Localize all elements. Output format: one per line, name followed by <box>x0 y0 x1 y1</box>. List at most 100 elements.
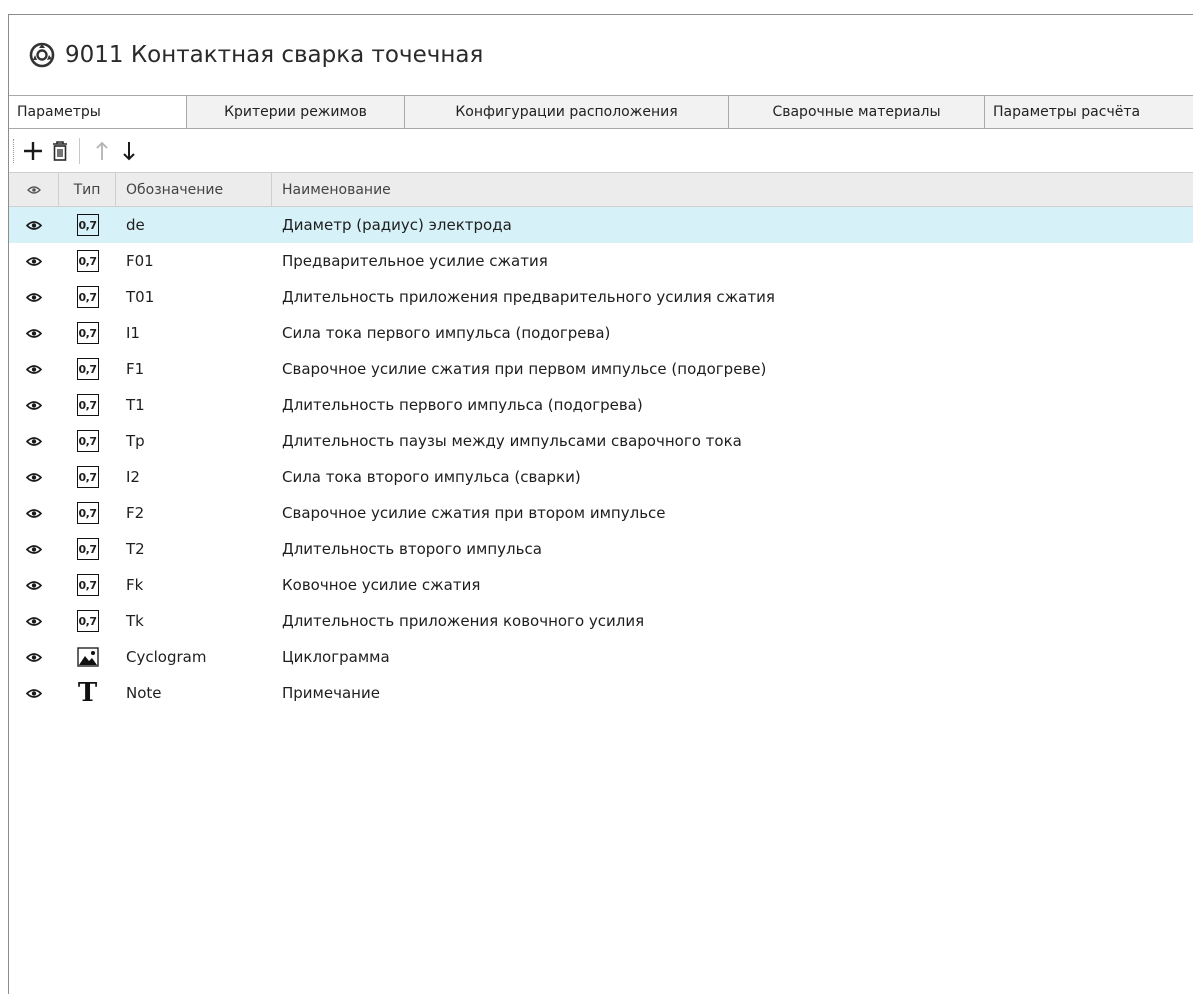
visibility-toggle[interactable] <box>9 603 59 639</box>
numeric-type-icon: 0,7 <box>76 358 99 380</box>
code-cell: T2 <box>126 540 145 558</box>
image-type-icon <box>76 647 99 667</box>
visibility-toggle[interactable] <box>9 207 59 243</box>
toolbar-separator <box>79 137 80 164</box>
numeric-type-icon: 0,7 <box>76 430 99 452</box>
name-cell: Сила тока второго импульса (сварки) <box>282 468 581 486</box>
type-cell: 0,7 <box>59 279 116 315</box>
visibility-toggle[interactable] <box>9 531 59 567</box>
code-cell: I1 <box>126 324 140 342</box>
name-cell: Длительность первого импульса (подогрева… <box>282 396 643 414</box>
eye-icon <box>26 364 42 375</box>
type-cell: 0,7 <box>59 567 116 603</box>
name-cell: Ковочное усилие сжатия <box>282 576 481 594</box>
eye-icon <box>26 400 42 411</box>
move-up-button[interactable] <box>88 135 115 167</box>
eye-icon <box>26 688 42 699</box>
eye-icon <box>26 185 41 194</box>
tab-calculation-parameters[interactable]: Параметры расчёта <box>985 96 1193 128</box>
type-cell: 0,7 <box>59 351 116 387</box>
tab-layout-configurations[interactable]: Конфигурации расположения <box>405 96 729 128</box>
visibility-toggle[interactable] <box>9 423 59 459</box>
eye-icon <box>26 256 42 267</box>
table-row[interactable]: Cyclogram Циклограмма <box>9 639 1193 675</box>
name-cell: Сварочное усилие сжатия при первом импул… <box>282 360 767 378</box>
grid-header: Тип Обозначение Наименование <box>9 173 1193 207</box>
type-cell: 0,7 <box>59 531 116 567</box>
code-cell: Tp <box>126 432 145 450</box>
table-row[interactable]: 0,7 I1 Сила тока первого импульса (подогре… <box>9 315 1193 351</box>
visibility-toggle[interactable] <box>9 351 59 387</box>
visibility-toggle[interactable] <box>9 459 59 495</box>
type-cell: 0,7 <box>59 423 116 459</box>
eye-icon <box>26 436 42 447</box>
code-cell: F1 <box>126 360 145 378</box>
eye-icon <box>26 652 42 663</box>
tab-parameters[interactable]: Параметры <box>9 96 187 128</box>
name-cell: Длительность паузы между импульсами свар… <box>282 432 742 450</box>
eye-icon <box>26 328 42 339</box>
name-cell: Сварочное усилие сжатия при втором импул… <box>282 504 666 522</box>
delete-button[interactable] <box>46 135 73 167</box>
visibility-column-header[interactable] <box>9 173 59 206</box>
name-cell: Сила тока первого импульса (подогрева) <box>282 324 611 342</box>
text-type-icon: T <box>77 678 98 708</box>
numeric-type-icon: 0,7 <box>76 502 99 524</box>
table-row[interactable]: 0,7 F01 Предварительное усилие сжатия <box>9 243 1193 279</box>
name-cell: Диаметр (радиус) электрода <box>282 216 512 234</box>
title-bar: 9011 Контактная сварка точечная <box>9 15 1193 95</box>
tab-mode-criteria[interactable]: Критерии режимов <box>187 96 405 128</box>
eye-icon <box>26 472 42 483</box>
table-row[interactable]: 0,7 Fk Ковочное усилие сжатия <box>9 567 1193 603</box>
eye-icon <box>26 508 42 519</box>
code-cell: F01 <box>126 252 154 270</box>
type-cell: 0,7 <box>59 243 116 279</box>
plus-icon <box>23 141 42 160</box>
eye-icon <box>26 580 42 591</box>
table-row[interactable]: 0,7 de Диаметр (радиус) электрода <box>9 207 1193 243</box>
code-column-header[interactable]: Обозначение <box>116 173 272 206</box>
table-row[interactable]: 0,7 T1 Длительность первого импульса (подо… <box>9 387 1193 423</box>
table-row[interactable]: 0,7 F1 Сварочное усилие сжатия при первом … <box>9 351 1193 387</box>
table-row[interactable]: 0,7 T2 Длительность второго импульса <box>9 531 1193 567</box>
table-row[interactable]: 0,7 Tp Длительность паузы между импульсами… <box>9 423 1193 459</box>
type-cell <box>59 639 116 675</box>
numeric-type-icon: 0,7 <box>76 214 99 236</box>
visibility-toggle[interactable] <box>9 279 59 315</box>
move-down-button[interactable] <box>115 135 142 167</box>
tab-welding-materials[interactable]: Сварочные материалы <box>729 96 985 128</box>
code-cell: I2 <box>126 468 140 486</box>
visibility-toggle[interactable] <box>9 387 59 423</box>
eye-icon <box>26 220 42 231</box>
page-title: 9011 Контактная сварка точечная <box>65 42 484 68</box>
visibility-toggle[interactable] <box>9 639 59 675</box>
parameter-list: 0,7 de Диаметр (радиус) электрода 0,7 F01 Пре… <box>9 207 1193 711</box>
code-cell: Cyclogram <box>126 648 207 666</box>
table-row[interactable]: 0,7 I2 Сила тока второго импульса (сварки) <box>9 459 1193 495</box>
type-cell: T <box>59 675 116 711</box>
table-row[interactable]: 0,7 Tk Длительность приложения ковочного у… <box>9 603 1193 639</box>
numeric-type-icon: 0,7 <box>76 574 99 596</box>
code-cell: T01 <box>126 288 155 306</box>
parameters-window: 9011 Контактная сварка точечная Параметр… <box>8 14 1193 994</box>
table-row[interactable]: 0,7 T01 Длительность приложения предварите… <box>9 279 1193 315</box>
toolbar-grip[interactable] <box>13 138 15 163</box>
numeric-type-icon: 0,7 <box>76 538 99 560</box>
type-cell: 0,7 <box>59 459 116 495</box>
toolbar <box>9 129 1193 173</box>
type-column-header[interactable]: Тип <box>59 173 116 206</box>
type-cell: 0,7 <box>59 387 116 423</box>
visibility-toggle[interactable] <box>9 567 59 603</box>
name-cell: Примечание <box>282 684 380 702</box>
visibility-toggle[interactable] <box>9 315 59 351</box>
arrow-up-icon <box>95 141 108 160</box>
table-row[interactable]: 0,7 F2 Сварочное усилие сжатия при втором … <box>9 495 1193 531</box>
code-cell: Note <box>126 684 162 702</box>
visibility-toggle[interactable] <box>9 243 59 279</box>
code-cell: de <box>126 216 145 234</box>
visibility-toggle[interactable] <box>9 675 59 711</box>
visibility-toggle[interactable] <box>9 495 59 531</box>
name-column-header[interactable]: Наименование <box>272 173 1193 206</box>
table-row[interactable]: T Note Примечание <box>9 675 1193 711</box>
add-button[interactable] <box>19 135 46 167</box>
